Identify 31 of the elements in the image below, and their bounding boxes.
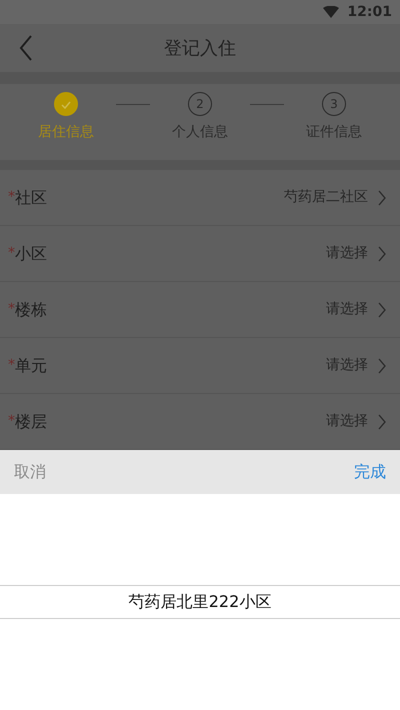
step-label: 居住信息 xyxy=(38,123,94,142)
field-value: 请选择 xyxy=(326,300,368,319)
field-label: 社区 xyxy=(15,186,48,208)
field-value: 请选择 xyxy=(326,244,368,263)
field-label: 单元 xyxy=(15,354,48,376)
picker-option[interactable]: 芍药居北里222小区 xyxy=(0,585,400,619)
form-row[interactable]: *楼栋 请选择 xyxy=(0,282,400,338)
done-button[interactable]: 完成 xyxy=(354,460,386,484)
page-title: 登记入住 xyxy=(164,36,236,60)
form-row[interactable]: *社区 芍药居二社区 xyxy=(0,170,400,226)
chevron-icon xyxy=(378,358,386,374)
field-value: 请选择 xyxy=(326,356,368,375)
status-time: 12:01 xyxy=(347,2,392,22)
cancel-button[interactable]: 取消 xyxy=(14,460,46,484)
chevron-icon xyxy=(378,190,386,206)
form-row[interactable]: *单元 请选择 xyxy=(0,338,400,394)
required-mark: * xyxy=(8,300,15,319)
chevron-icon xyxy=(378,246,386,262)
field-label: 楼层 xyxy=(15,410,48,432)
field-value: 芍药居二社区 xyxy=(284,188,368,207)
field-label: 小区 xyxy=(15,242,48,264)
chevron-icon xyxy=(378,414,386,430)
field-label: 楼栋 xyxy=(15,298,48,320)
chevron-icon xyxy=(378,302,386,318)
required-mark: * xyxy=(8,244,15,263)
wifi-icon xyxy=(323,6,340,18)
required-mark: * xyxy=(8,356,15,375)
required-mark: * xyxy=(8,412,15,431)
field-value: 请选择 xyxy=(326,412,368,431)
required-mark: * xyxy=(8,188,15,207)
form-row[interactable]: *小区 请选择 xyxy=(0,226,400,282)
